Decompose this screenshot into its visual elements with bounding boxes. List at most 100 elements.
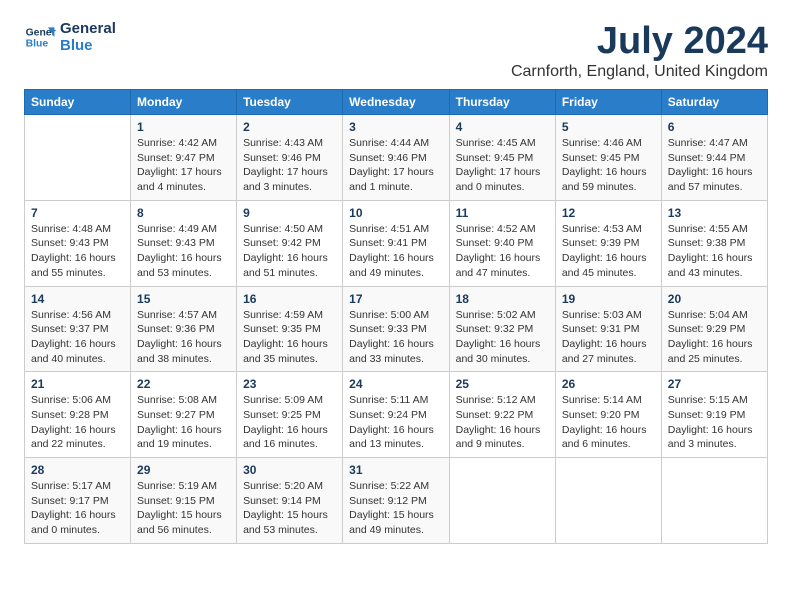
day-number: 20 [668,292,761,306]
day-number: 31 [349,463,442,477]
day-number: 17 [349,292,442,306]
calendar-cell: 15 Sunrise: 4:57 AM Sunset: 9:36 PM Dayli… [131,286,237,372]
day-info: Sunrise: 4:57 AM Sunset: 9:36 PM Dayligh… [137,308,230,367]
title-area: July 2024 Carnforth, England, United Kin… [511,20,768,81]
header-cell-wednesday: Wednesday [343,90,449,115]
logo-line2: Blue [60,37,116,54]
day-number: 6 [668,120,761,134]
header-cell-thursday: Thursday [449,90,555,115]
calendar-cell: 21 Sunrise: 5:06 AM Sunset: 9:28 PM Dayli… [25,372,131,458]
day-info: Sunrise: 5:00 AM Sunset: 9:33 PM Dayligh… [349,308,442,367]
day-info: Sunrise: 4:56 AM Sunset: 9:37 PM Dayligh… [31,308,124,367]
day-number: 24 [349,377,442,391]
day-number: 15 [137,292,230,306]
calendar-cell: 13 Sunrise: 4:55 AM Sunset: 9:38 PM Dayli… [661,200,767,286]
calendar-week-2: 7 Sunrise: 4:48 AM Sunset: 9:43 PM Daylig… [25,200,768,286]
day-info: Sunrise: 5:17 AM Sunset: 9:17 PM Dayligh… [31,479,124,538]
day-info: Sunrise: 5:22 AM Sunset: 9:12 PM Dayligh… [349,479,442,538]
calendar-cell: 16Sunrise: 4:59 AM Sunset: 9:35 PM Dayli… [237,286,343,372]
day-number: 26 [562,377,655,391]
calendar-cell: 10 Sunrise: 4:51 AM Sunset: 9:41 PM Dayli… [343,200,449,286]
logo: General Blue General Blue [24,20,116,54]
day-number: 4 [456,120,549,134]
calendar-cell: 20 Sunrise: 5:04 AM Sunset: 9:29 PM Dayli… [661,286,767,372]
header-cell-saturday: Saturday [661,90,767,115]
calendar-cell: 1 Sunrise: 4:42 AM Sunset: 9:47 PM Daylig… [131,115,237,201]
day-number: 7 [31,206,124,220]
day-number: 30 [243,463,336,477]
day-info: Sunrise: 4:49 AM Sunset: 9:43 PM Dayligh… [137,222,230,281]
day-info: Sunrise: 4:48 AM Sunset: 9:43 PM Dayligh… [31,222,124,281]
month-year-title: July 2024 [511,20,768,63]
calendar-week-1: 1 Sunrise: 4:42 AM Sunset: 9:47 PM Daylig… [25,115,768,201]
day-info: Sunrise: 4:53 AM Sunset: 9:39 PM Dayligh… [562,222,655,281]
svg-text:Blue: Blue [26,39,49,50]
day-number: 16 [243,292,336,306]
day-number: 5 [562,120,655,134]
calendar-cell: 12 Sunrise: 4:53 AM Sunset: 9:39 PM Dayli… [555,200,661,286]
day-info: Sunrise: 4:51 AM Sunset: 9:41 PM Dayligh… [349,222,442,281]
day-number: 21 [31,377,124,391]
day-number: 29 [137,463,230,477]
day-info: Sunrise: 5:04 AM Sunset: 9:29 PM Dayligh… [668,308,761,367]
day-info: Sunrise: 5:11 AM Sunset: 9:24 PM Dayligh… [349,393,442,452]
header-cell-sunday: Sunday [25,90,131,115]
day-number: 22 [137,377,230,391]
calendar-cell: 17 Sunrise: 5:00 AM Sunset: 9:33 PM Dayli… [343,286,449,372]
calendar-cell: 18Sunrise: 5:02 AM Sunset: 9:32 PM Dayli… [449,286,555,372]
calendar-cell: 25 Sunrise: 5:12 AM Sunset: 9:22 PM Dayli… [449,372,555,458]
calendar-cell [661,458,767,544]
day-number: 1 [137,120,230,134]
day-info: Sunrise: 5:06 AM Sunset: 9:28 PM Dayligh… [31,393,124,452]
day-number: 3 [349,120,442,134]
day-info: Sunrise: 4:45 AM Sunset: 9:45 PM Dayligh… [456,136,549,195]
calendar-cell: 28 Sunrise: 5:17 AM Sunset: 9:17 PM Dayli… [25,458,131,544]
calendar-cell: 6Sunrise: 4:47 AM Sunset: 9:44 PM Daylig… [661,115,767,201]
day-number: 27 [668,377,761,391]
calendar-week-3: 14Sunrise: 4:56 AM Sunset: 9:37 PM Dayli… [25,286,768,372]
calendar-header-row: SundayMondayTuesdayWednesdayThursdayFrid… [25,90,768,115]
header: General Blue General Blue July 2024 Carn… [24,20,768,81]
day-info: Sunrise: 5:20 AM Sunset: 9:14 PM Dayligh… [243,479,336,538]
day-info: Sunrise: 4:50 AM Sunset: 9:42 PM Dayligh… [243,222,336,281]
calendar-table: SundayMondayTuesdayWednesdayThursdayFrid… [24,89,768,544]
calendar-cell: 31 Sunrise: 5:22 AM Sunset: 9:12 PM Dayli… [343,458,449,544]
location-label: Carnforth, England, United Kingdom [511,63,768,81]
calendar-cell: 3 Sunrise: 4:44 AM Sunset: 9:46 PM Daylig… [343,115,449,201]
calendar-cell: 22 Sunrise: 5:08 AM Sunset: 9:27 PM Dayli… [131,372,237,458]
day-info: Sunrise: 5:15 AM Sunset: 9:19 PM Dayligh… [668,393,761,452]
calendar-week-4: 21 Sunrise: 5:06 AM Sunset: 9:28 PM Dayli… [25,372,768,458]
calendar-body: 1 Sunrise: 4:42 AM Sunset: 9:47 PM Daylig… [25,115,768,544]
calendar-cell: 24 Sunrise: 5:11 AM Sunset: 9:24 PM Dayli… [343,372,449,458]
day-number: 12 [562,206,655,220]
header-cell-friday: Friday [555,90,661,115]
day-info: Sunrise: 5:02 AM Sunset: 9:32 PM Dayligh… [456,308,549,367]
day-info: Sunrise: 4:55 AM Sunset: 9:38 PM Dayligh… [668,222,761,281]
calendar-cell: 30 Sunrise: 5:20 AM Sunset: 9:14 PM Dayli… [237,458,343,544]
day-number: 9 [243,206,336,220]
day-info: Sunrise: 4:44 AM Sunset: 9:46 PM Dayligh… [349,136,442,195]
day-info: Sunrise: 4:46 AM Sunset: 9:45 PM Dayligh… [562,136,655,195]
header-cell-tuesday: Tuesday [237,90,343,115]
day-number: 25 [456,377,549,391]
calendar-week-5: 28 Sunrise: 5:17 AM Sunset: 9:17 PM Dayli… [25,458,768,544]
calendar-cell: 11Sunrise: 4:52 AM Sunset: 9:40 PM Dayli… [449,200,555,286]
header-cell-monday: Monday [131,90,237,115]
calendar-cell [25,115,131,201]
day-number: 13 [668,206,761,220]
logo-line1: General [60,20,116,37]
day-info: Sunrise: 5:08 AM Sunset: 9:27 PM Dayligh… [137,393,230,452]
calendar-cell: 8Sunrise: 4:49 AM Sunset: 9:43 PM Daylig… [131,200,237,286]
day-info: Sunrise: 5:12 AM Sunset: 9:22 PM Dayligh… [456,393,549,452]
calendar-cell: 4 Sunrise: 4:45 AM Sunset: 9:45 PM Daylig… [449,115,555,201]
calendar-cell: 9 Sunrise: 4:50 AM Sunset: 9:42 PM Daylig… [237,200,343,286]
day-number: 10 [349,206,442,220]
day-number: 28 [31,463,124,477]
day-number: 23 [243,377,336,391]
day-number: 2 [243,120,336,134]
day-info: Sunrise: 4:42 AM Sunset: 9:47 PM Dayligh… [137,136,230,195]
day-number: 11 [456,206,549,220]
calendar-cell: 27 Sunrise: 5:15 AM Sunset: 9:19 PM Dayli… [661,372,767,458]
calendar-cell [555,458,661,544]
calendar-cell: 19Sunrise: 5:03 AM Sunset: 9:31 PM Dayli… [555,286,661,372]
